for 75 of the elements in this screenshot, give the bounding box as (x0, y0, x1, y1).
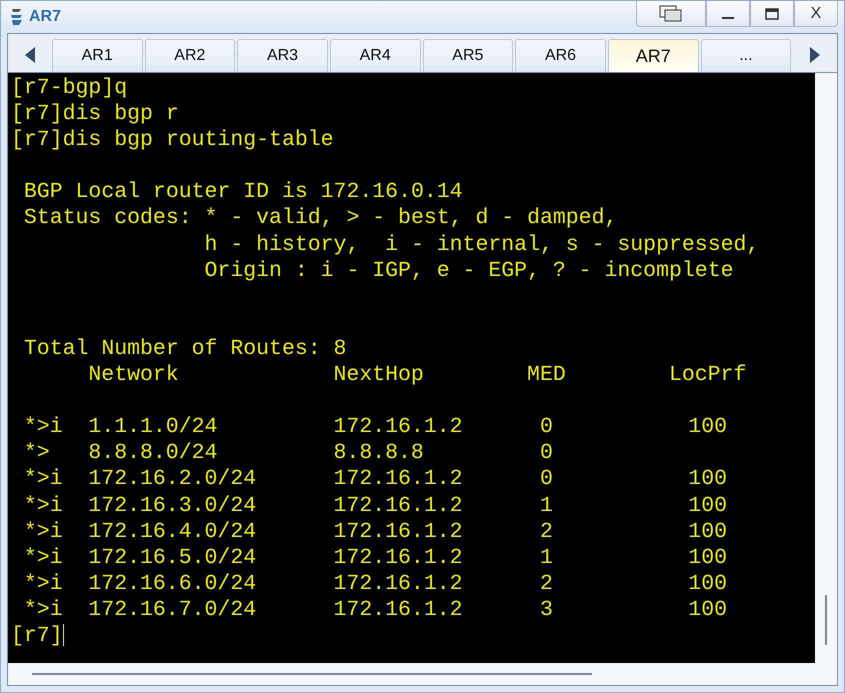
table-cell-text: *>i (24, 492, 64, 519)
table-cell-text: 2 (538, 570, 554, 597)
triangle-left-icon (24, 47, 35, 63)
table-cell-text: 0 (538, 466, 554, 492)
command-line: [r7]dis bgp routing-table (11, 128, 334, 152)
table-cell-text: *>i (24, 596, 64, 623)
status-codes-label: Status codes: (24, 205, 193, 232)
close-button[interactable]: X (794, 1, 838, 27)
table-cell-text: 172.16.3.0/24 (88, 492, 258, 519)
table-cell-text: 3 (538, 596, 554, 623)
table-cell-text: *>i (24, 466, 64, 492)
window-title: AR7 (29, 8, 62, 26)
column-header: LocPrf (668, 362, 746, 388)
tab[interactable]: AR5 (422, 39, 514, 72)
table-cell-text: 100 (687, 414, 728, 440)
tab[interactable]: AR3 (237, 39, 328, 72)
table-cell-text: 100 (687, 570, 728, 597)
status-code-line: Origin : i - IGP, e - EGP, ? - incomplete (204, 258, 735, 284)
horizontal-scrollbar[interactable] (8, 663, 837, 685)
table-cell-text: 1 (538, 492, 554, 519)
table-cell-text: 172.16.7.0/24 (88, 596, 258, 623)
text-cursor (62, 624, 64, 646)
table-cell-text: *>i (24, 518, 64, 545)
window-restore-button[interactable] (636, 1, 706, 27)
maximize-button[interactable] (750, 1, 794, 27)
column-header: NextHop (334, 362, 425, 388)
minimize-icon (722, 17, 734, 19)
tab[interactable]: AR1 (52, 39, 142, 72)
table-cell-text: 172.16.1.2 (334, 518, 464, 545)
table-cell-text: 0 (538, 414, 554, 440)
total-routes-text: Total Number of Routes: 8 (22, 336, 346, 361)
status-code-line: * - valid, > - best, d - damped, (204, 205, 618, 232)
vertical-scrollbar[interactable] (815, 73, 837, 663)
table-cell-text: 8.8.8.8 (334, 440, 425, 466)
tab[interactable]: AR2 (144, 39, 236, 72)
table-cell-text: 172.16.2.0/24 (88, 466, 258, 492)
tab[interactable]: AR7 (608, 39, 699, 72)
tab[interactable]: AR4 (330, 39, 421, 72)
table-cell-text: 172.16.4.0/24 (88, 518, 258, 545)
tab[interactable]: ... (700, 39, 792, 72)
table-cell-text: 172.16.1.2 (334, 492, 464, 519)
column-header: MED (527, 362, 566, 388)
table-cell-text: 100 (687, 492, 728, 519)
prompt-text: [r7] (11, 624, 63, 648)
command-line: [r7]dis bgp r (11, 102, 179, 126)
table-cell-text: 100 (687, 544, 728, 571)
tab[interactable]: AR6 (515, 39, 606, 72)
table-cell-text: 8.8.8.0/24 (88, 440, 218, 466)
table-cell-text: 172.16.1.2 (334, 414, 464, 440)
windows-icon (659, 4, 683, 22)
app-icon (9, 7, 25, 27)
table-cell-text: 100 (687, 518, 728, 545)
table-cell-text: 1.1.1.0/24 (88, 414, 218, 440)
command-line: [r7-bgp]q (11, 76, 128, 100)
table-cell-text: 172.16.1.2 (334, 596, 464, 623)
table-cell-text: 2 (538, 518, 554, 545)
table-cell-text: *>i (24, 544, 64, 571)
status-code-line: h - history, i - internal, s - suppressed, (204, 232, 760, 258)
table-cell-text: *>i (24, 570, 64, 597)
table-cell-text: 100 (687, 596, 728, 623)
minimize-button[interactable] (706, 1, 750, 27)
router-id-text: BGP Local router ID is 172.16.0.14 (22, 180, 463, 204)
table-cell-text: 100 (687, 466, 728, 492)
table-cell-text: 172.16.1.2 (334, 570, 464, 597)
maximize-icon (765, 8, 779, 20)
table-cell-text: 172.16.1.2 (334, 544, 464, 571)
table-cell-text: 172.16.1.2 (334, 466, 464, 492)
table-cell-text: 1 (538, 544, 554, 571)
table-cell-text: *>i (24, 414, 64, 440)
table-cell-text: 172.16.6.0/24 (88, 570, 258, 597)
triangle-right-icon (810, 47, 820, 63)
column-header: Network (88, 362, 180, 388)
table-cell-text: *> (24, 440, 51, 466)
table-cell-text: 0 (538, 440, 554, 466)
table-cell-text: 172.16.5.0/24 (88, 544, 258, 571)
